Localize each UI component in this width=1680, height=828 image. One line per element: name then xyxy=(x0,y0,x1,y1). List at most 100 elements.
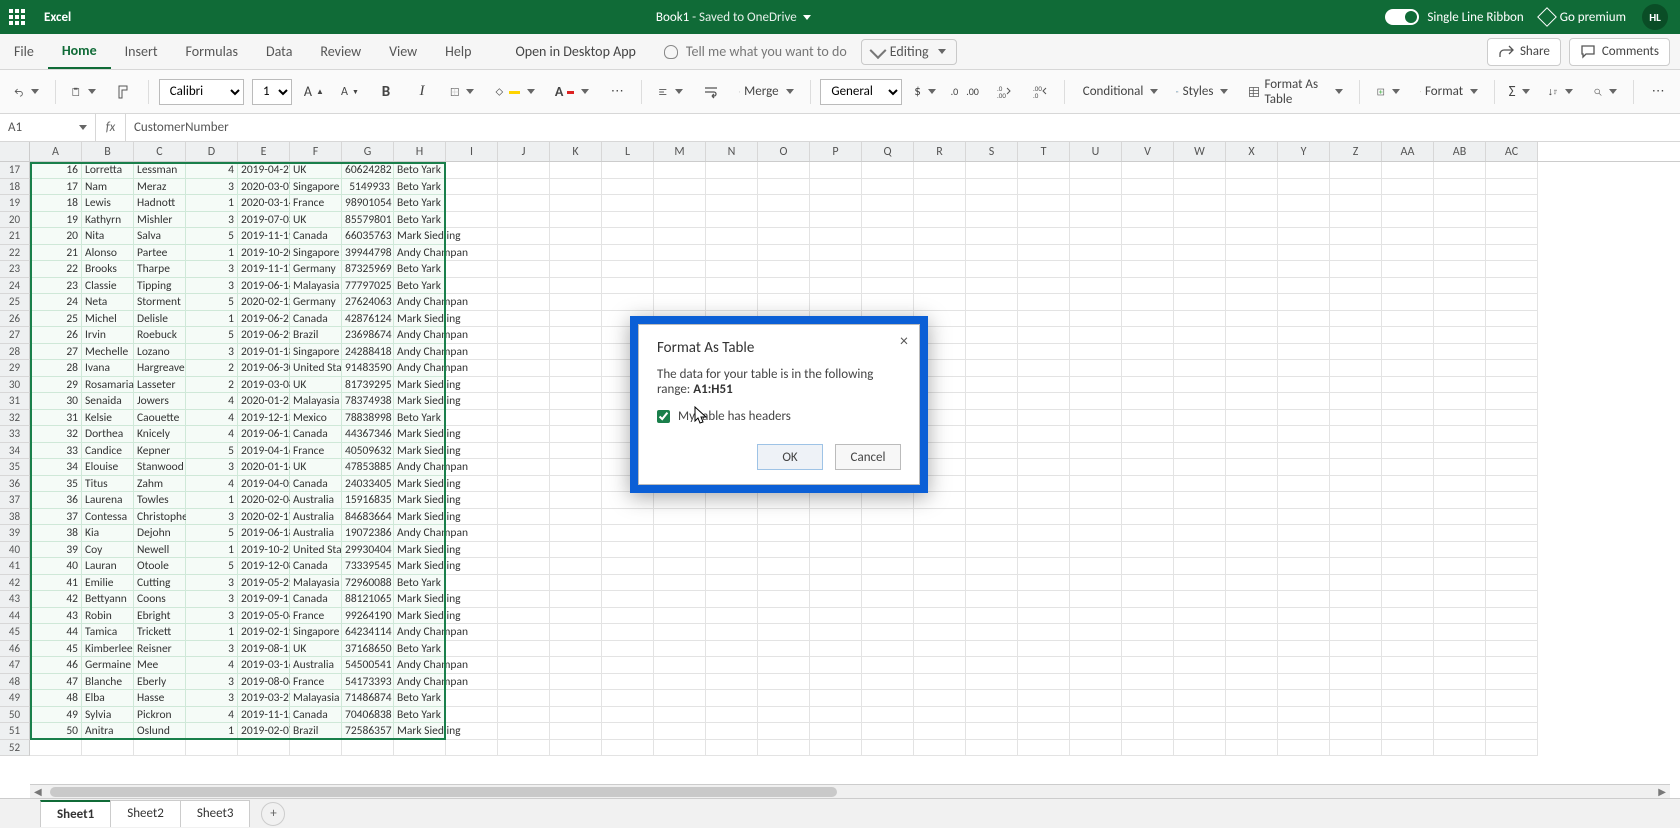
cell[interactable]: Robin xyxy=(82,608,134,625)
cell[interactable]: Mark Siedling xyxy=(394,608,446,625)
row-header[interactable]: 47 xyxy=(0,657,30,674)
cell[interactable] xyxy=(1122,591,1174,608)
cell[interactable]: Lozano xyxy=(134,344,186,361)
cell[interactable] xyxy=(966,278,1018,295)
cell[interactable]: Germany xyxy=(290,294,342,311)
cell[interactable] xyxy=(862,542,914,559)
cell[interactable]: 27624063 xyxy=(342,294,394,311)
cell[interactable] xyxy=(1122,179,1174,196)
column-header[interactable]: L xyxy=(602,142,654,161)
cell[interactable] xyxy=(1330,690,1382,707)
cell[interactable] xyxy=(446,212,498,229)
cell[interactable] xyxy=(1018,525,1070,542)
open-in-desktop-button[interactable]: Open in Desktop App xyxy=(501,34,649,69)
cell[interactable]: 54500541 xyxy=(342,657,394,674)
cell[interactable] xyxy=(446,327,498,344)
cell[interactable]: Pickron xyxy=(134,707,186,724)
cell[interactable] xyxy=(550,278,602,295)
cell[interactable]: 3 xyxy=(186,212,238,229)
cell[interactable] xyxy=(966,740,1018,757)
cell[interactable] xyxy=(446,608,498,625)
cell[interactable] xyxy=(862,575,914,592)
row-header[interactable]: 33 xyxy=(0,426,30,443)
cell[interactable]: Mark Siedling xyxy=(394,476,446,493)
cell[interactable] xyxy=(394,740,446,757)
cell[interactable] xyxy=(758,624,810,641)
cell[interactable] xyxy=(446,492,498,509)
cell[interactable]: 2020-01-21 xyxy=(238,393,290,410)
cell[interactable]: UK xyxy=(290,377,342,394)
cell[interactable] xyxy=(706,212,758,229)
cell[interactable]: 3 xyxy=(186,641,238,658)
cell[interactable] xyxy=(966,525,1018,542)
cell[interactable] xyxy=(706,525,758,542)
cell[interactable]: 41 xyxy=(30,575,82,592)
cell[interactable] xyxy=(914,723,966,740)
cell[interactable] xyxy=(1226,558,1278,575)
cell[interactable]: 25 xyxy=(30,311,82,328)
cell[interactable]: 2019-06-30 xyxy=(238,360,290,377)
cell[interactable]: 1 xyxy=(186,542,238,559)
cell[interactable] xyxy=(1226,261,1278,278)
cell[interactable] xyxy=(498,393,550,410)
cell[interactable] xyxy=(914,707,966,724)
cell[interactable]: 2 xyxy=(186,377,238,394)
cell[interactable]: 44367346 xyxy=(342,426,394,443)
cell[interactable] xyxy=(1278,707,1330,724)
cell[interactable]: France xyxy=(290,195,342,212)
cell[interactable] xyxy=(914,542,966,559)
cell[interactable]: Andy Champan xyxy=(394,459,446,476)
add-sheet-button[interactable]: + xyxy=(261,802,285,826)
cell[interactable] xyxy=(1018,674,1070,691)
cell[interactable] xyxy=(1018,162,1070,179)
cell[interactable] xyxy=(602,509,654,526)
row-header[interactable]: 25 xyxy=(0,294,30,311)
cell[interactable]: 38 xyxy=(30,525,82,542)
cell[interactable]: Partee xyxy=(134,245,186,262)
cell[interactable] xyxy=(550,476,602,493)
column-header[interactable]: M xyxy=(654,142,706,161)
cell[interactable] xyxy=(862,195,914,212)
cell[interactable] xyxy=(1070,311,1122,328)
cell[interactable] xyxy=(602,179,654,196)
cell[interactable] xyxy=(1382,261,1434,278)
cell[interactable] xyxy=(966,179,1018,196)
increase-font-button[interactable]: A▲ xyxy=(300,78,328,106)
cell[interactable] xyxy=(550,657,602,674)
cell[interactable] xyxy=(1486,245,1538,262)
cell[interactable] xyxy=(1278,278,1330,295)
cell[interactable] xyxy=(1382,641,1434,658)
cell[interactable]: 2019-01-18 xyxy=(238,344,290,361)
cell[interactable] xyxy=(498,575,550,592)
row-header[interactable]: 42 xyxy=(0,575,30,592)
cell[interactable] xyxy=(914,690,966,707)
cell[interactable]: 2019-04-16 xyxy=(238,443,290,460)
cell[interactable] xyxy=(966,410,1018,427)
cell[interactable] xyxy=(654,492,706,509)
cell[interactable]: Caouette xyxy=(134,410,186,427)
cell[interactable]: 35 xyxy=(30,476,82,493)
cell[interactable] xyxy=(1122,327,1174,344)
cell[interactable] xyxy=(446,525,498,542)
cell[interactable]: 2019-10-20 xyxy=(238,245,290,262)
cell[interactable] xyxy=(602,542,654,559)
cell[interactable] xyxy=(498,690,550,707)
cell[interactable] xyxy=(498,608,550,625)
cell[interactable]: Mark Siedling xyxy=(394,558,446,575)
cell[interactable]: 1 xyxy=(186,245,238,262)
comments-button[interactable]: Comments xyxy=(1569,38,1670,66)
cell[interactable] xyxy=(914,228,966,245)
cell[interactable]: 1 xyxy=(186,723,238,740)
cell[interactable] xyxy=(446,179,498,196)
cell[interactable] xyxy=(966,162,1018,179)
cell[interactable]: Singapore xyxy=(290,179,342,196)
cell[interactable] xyxy=(1226,575,1278,592)
cell[interactable]: 42876124 xyxy=(342,311,394,328)
row-header[interactable]: 46 xyxy=(0,641,30,658)
cell[interactable]: Meraz xyxy=(134,179,186,196)
cell[interactable] xyxy=(1070,393,1122,410)
cell[interactable] xyxy=(1382,212,1434,229)
cell[interactable] xyxy=(1226,740,1278,757)
cell[interactable]: Lasseter xyxy=(134,377,186,394)
cell[interactable]: 15916835 xyxy=(342,492,394,509)
